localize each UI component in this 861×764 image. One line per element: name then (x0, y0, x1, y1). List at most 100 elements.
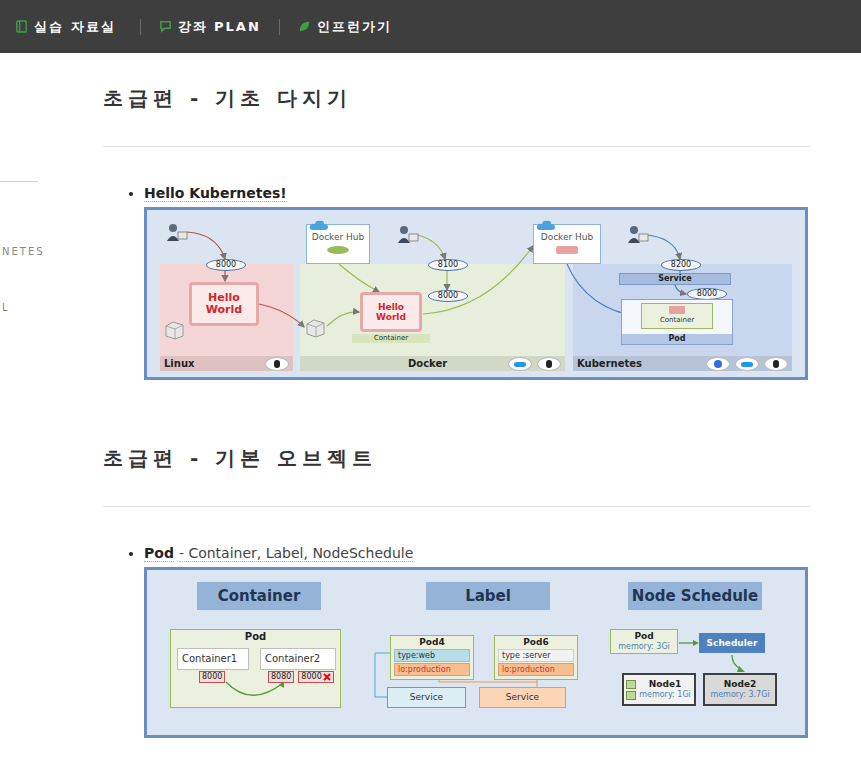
sidebar-divider (0, 181, 38, 182)
lesson-item[interactable]: Pod - Container, Label, NodeSchedule (144, 544, 810, 562)
bar-icons (508, 357, 561, 371)
pod-box: ContainerPod (621, 299, 733, 345)
port-number: 8000 (301, 672, 321, 682)
memory-request: memory: 3Gi (611, 642, 677, 652)
sidebar-item[interactable]: NETES (0, 245, 40, 259)
linux-icon (537, 357, 561, 371)
lesson-desc: - Container, Label, NodeSchedule (179, 545, 413, 562)
app-label: Hello World (203, 292, 245, 316)
node-info: Node1memory: 1Gi (638, 679, 692, 700)
app-icon (669, 306, 685, 314)
panel-bar: Linux (160, 356, 293, 371)
pod-name: Pod4 (391, 636, 473, 648)
port-tag: 8080 (268, 671, 294, 683)
image-icon (327, 246, 349, 254)
node-memory: memory: 1Gi (638, 690, 692, 700)
node-box: Node2memory: 3.7Gi (703, 673, 777, 706)
user-icon (627, 225, 649, 245)
node-box: Node1memory: 1Gi (622, 673, 696, 706)
server-icon (304, 318, 326, 338)
linux-icon (764, 357, 788, 371)
service-box: Service (479, 687, 566, 708)
nav-label: 실습 자료실 (34, 18, 116, 36)
pod-label: Pod (171, 630, 340, 644)
node-info: Node2memory: 3.7Gi (707, 679, 773, 700)
docker-hub: Docker Hub (306, 224, 370, 264)
port-number: 8080 (271, 672, 291, 682)
hub-label: Docker Hub (541, 232, 594, 242)
leaf-icon (298, 20, 311, 33)
hub-label: Docker Hub (312, 232, 365, 242)
port-badge: 8200 (661, 259, 701, 271)
pod-box: Pod Container1 8000 Container2 8080 8000 (170, 629, 341, 708)
sidebar: NETES L (0, 53, 40, 738)
container: Container1 8000 (177, 648, 249, 683)
lesson-list: Pod - Container, Label, NodeSchedule (103, 544, 810, 562)
linux-icon (265, 357, 289, 371)
book-icon (15, 20, 28, 33)
top-nav: 실습 자료실 강좌 PLAN 인프런가기 (0, 0, 861, 53)
port-list: 8080 8000 (268, 671, 336, 683)
panel-label: Linux (164, 358, 195, 369)
hello-kubernetes-diagram: Linux Docker Kubernetes 8000 Hello World Dock… (144, 207, 808, 380)
panel-label: Docker (408, 358, 447, 369)
container-name: Container2 (260, 648, 336, 670)
port-badge: 8000 (206, 259, 246, 271)
port-tag: 8000 (298, 671, 333, 683)
bar-icons (706, 357, 788, 371)
panel-bar: Kubernetes (573, 356, 792, 371)
nav-label: 인프런가기 (317, 18, 392, 36)
docker-hub: Docker Hub (533, 224, 601, 264)
server-icon (163, 320, 185, 340)
pod-diagram: ContainerLabelNode SchedulePodContainer1… (144, 567, 808, 738)
section-rule (103, 506, 810, 507)
app-label: Hello World (373, 302, 409, 322)
hello-world-app: Hello World (189, 282, 259, 326)
pod-name: Pod6 (495, 636, 577, 648)
nav-link[interactable]: 강좌 PLAN (141, 18, 279, 36)
slot-icon (626, 680, 636, 689)
nav-link[interactable]: 실습 자료실 (15, 18, 140, 36)
label-tag: lo:production (394, 663, 470, 676)
port-number: 8000 (202, 672, 222, 682)
node-name: Node2 (707, 679, 773, 690)
port-list: 8000 (199, 671, 249, 683)
nav-label: 강좌 PLAN (178, 18, 261, 36)
panel-label: Kubernetes (577, 358, 642, 369)
section-heading: 초급편 - 기본 오브젝트 (103, 443, 810, 473)
blocked-icon (323, 673, 331, 681)
content: 초급편 - 기초 다지기 Hello Kubernetes! Linux Docker… (103, 53, 810, 738)
image-icon (556, 246, 578, 254)
port-badge: 8100 (428, 259, 468, 271)
pod-request: Podmemory: 3Gi (610, 629, 678, 654)
bar-icons (265, 357, 289, 371)
labeled-pod: Pod6type :serverlo:production (494, 635, 578, 680)
label-tag: type:web (394, 649, 470, 662)
sidebar-item[interactable]: L (0, 301, 40, 315)
cloud-icon (309, 219, 329, 231)
section-rule (103, 146, 810, 147)
pod-name: Pod (611, 631, 677, 642)
diagram-title: Label (426, 582, 550, 610)
used-slots (626, 680, 636, 700)
container: Container2 8080 8000 (260, 648, 336, 683)
labeled-pod: Pod4type:weblo:production (390, 635, 474, 680)
section-heading: 초급편 - 기초 다지기 (103, 83, 810, 113)
chat-icon (159, 20, 172, 33)
page: 실습 자료실 강좌 PLAN 인프런가기 NETES L 초급편 - 기초 다지기 Hell… (0, 0, 861, 764)
port-badge: 8000 (428, 290, 468, 302)
user-icon (166, 223, 188, 243)
lesson-item[interactable]: Hello Kubernetes! (144, 184, 810, 202)
container-name: Container1 (177, 648, 249, 670)
lesson-title[interactable]: Hello Kubernetes! (144, 185, 287, 202)
user-icon (397, 225, 419, 245)
course-section: 초급편 - 기본 오브젝트 Pod - Container, Label, Node… (103, 380, 810, 738)
label-tag: type :server (498, 649, 574, 662)
container-label: Container (352, 334, 430, 343)
node-memory: memory: 3.7Gi (707, 690, 773, 700)
nav-link[interactable]: 인프런가기 (280, 18, 410, 36)
service-box: Service (387, 687, 466, 708)
lesson-title[interactable]: Pod (144, 545, 174, 562)
course-section: 초급편 - 기초 다지기 Hello Kubernetes! Linux Docker… (103, 53, 810, 380)
nav-separator (140, 19, 141, 35)
